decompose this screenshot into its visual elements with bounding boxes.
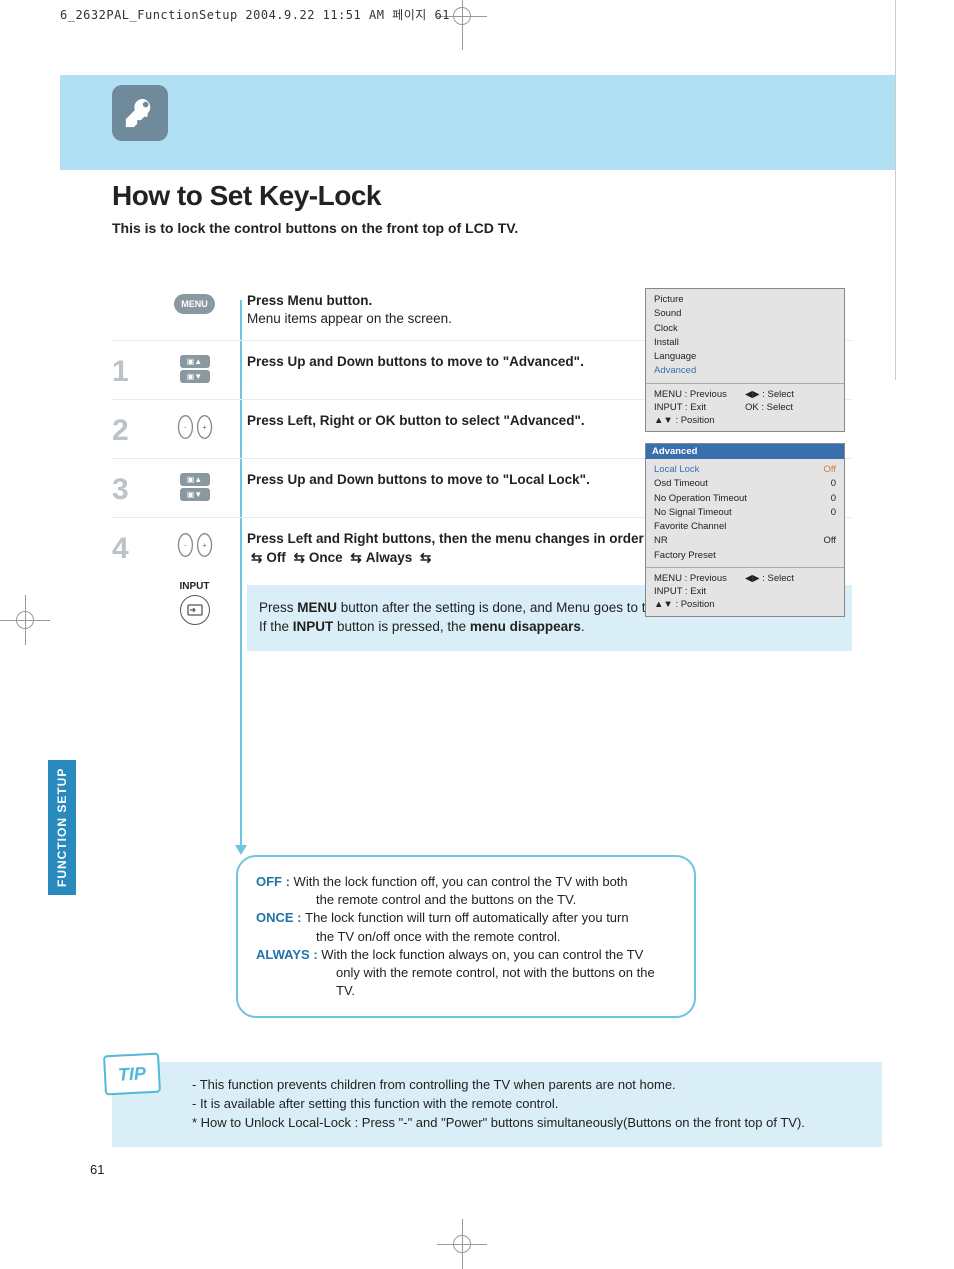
page-title: How to Set Key-Lock	[112, 180, 872, 212]
updown-icon: ▣▲▣▼	[180, 355, 210, 383]
input-label: INPUT	[180, 581, 210, 592]
osd-item-selected: Advanced	[654, 364, 836, 378]
tip-badge: TIP	[103, 1053, 161, 1096]
seq-val: Always	[366, 550, 413, 565]
osd-menu-advanced: Advanced Local LockOffOsd Timeout0No Ope…	[645, 443, 845, 617]
step-text: Menu items appear on the screen.	[247, 311, 452, 326]
tip-line: * How to Unlock Local-Lock : Press "-" a…	[192, 1114, 868, 1133]
step-number: 1	[112, 357, 142, 387]
callout-label: ONCE :	[256, 910, 305, 925]
osd-row: No Signal Timeout0	[654, 506, 836, 520]
callout-text: The lock function will turn off automati…	[305, 910, 628, 925]
callout-text: the TV on/off once with the remote contr…	[256, 928, 676, 946]
osd-row: Osd Timeout0	[654, 477, 836, 491]
osd-row: No Operation Timeout0	[654, 492, 836, 506]
svg-text:+: +	[202, 425, 206, 432]
header-stamp: 6_2632PAL_FunctionSetup 2004.9.22 11:51 …	[60, 6, 450, 23]
seq-val: Off	[266, 550, 286, 565]
tip-box: TIP - This function prevents children fr…	[112, 1062, 882, 1147]
osd-menu-main: Picture Sound Clock Install Language Adv…	[645, 288, 845, 432]
osd-header: Advanced	[646, 444, 844, 459]
seq-arrow-icon: ⇆	[294, 549, 305, 567]
osd-item: Sound	[654, 307, 836, 321]
osd-item: Language	[654, 350, 836, 364]
step-number: 2	[112, 416, 142, 446]
osd-item: Install	[654, 336, 836, 350]
step-text: Press Left and Right buttons, then the m…	[247, 531, 689, 546]
osd-item: Clock	[654, 322, 836, 336]
osd-row: Favorite Channel	[654, 520, 836, 534]
key-icon	[112, 85, 168, 141]
osd-item: Picture	[654, 293, 836, 307]
leftright-icon: -+	[175, 532, 215, 558]
step-text: Press Menu button.	[247, 293, 372, 308]
callout-box: OFF : With the lock function off, you ca…	[236, 855, 696, 1018]
tip-line: - It is available after setting this fun…	[192, 1095, 868, 1114]
seq-arrow-icon: ⇆	[420, 549, 431, 567]
callout-text: With the lock function always on, you ca…	[321, 947, 643, 962]
callout-text: the remote control and the buttons on th…	[256, 891, 676, 909]
tip-line: - This function prevents children from c…	[192, 1076, 868, 1095]
callout-label: OFF :	[256, 874, 294, 889]
step-number: 3	[112, 475, 142, 505]
page-subtitle: This is to lock the control buttons on t…	[112, 220, 872, 236]
osd-footer: MENU : Previous◀▶ : Select INPUT : Exit …	[646, 567, 844, 616]
page-number: 61	[90, 1162, 104, 1177]
seq-val: Once	[309, 550, 343, 565]
step-number: 4	[112, 534, 142, 564]
seq-arrow-icon: ⇆	[251, 549, 262, 567]
svg-text:-: -	[184, 543, 186, 550]
leftright-icon: -+	[175, 414, 215, 440]
seq-arrow-icon: ⇆	[350, 549, 361, 567]
input-icon	[180, 595, 210, 625]
side-tab: FUNCTION SETUP	[48, 760, 76, 895]
osd-row: Local LockOff	[654, 463, 836, 477]
callout-text: only with the remote control, not with t…	[256, 964, 676, 1000]
callout-label: ALWAYS :	[256, 947, 321, 962]
osd-row: Factory Preset	[654, 549, 836, 563]
callout-text: With the lock function off, you can cont…	[294, 874, 628, 889]
header-banner	[60, 75, 895, 170]
osd-row: NROff	[654, 534, 836, 548]
title-block: How to Set Key-Lock This is to lock the …	[112, 180, 872, 236]
osd-footer: MENU : Previous◀▶ : Select INPUT : ExitO…	[646, 383, 844, 432]
updown-icon: ▣▲▣▼	[180, 473, 210, 501]
svg-text:+: +	[202, 543, 206, 550]
menu-button-icon: MENU	[174, 294, 215, 314]
svg-text:-: -	[184, 425, 186, 432]
